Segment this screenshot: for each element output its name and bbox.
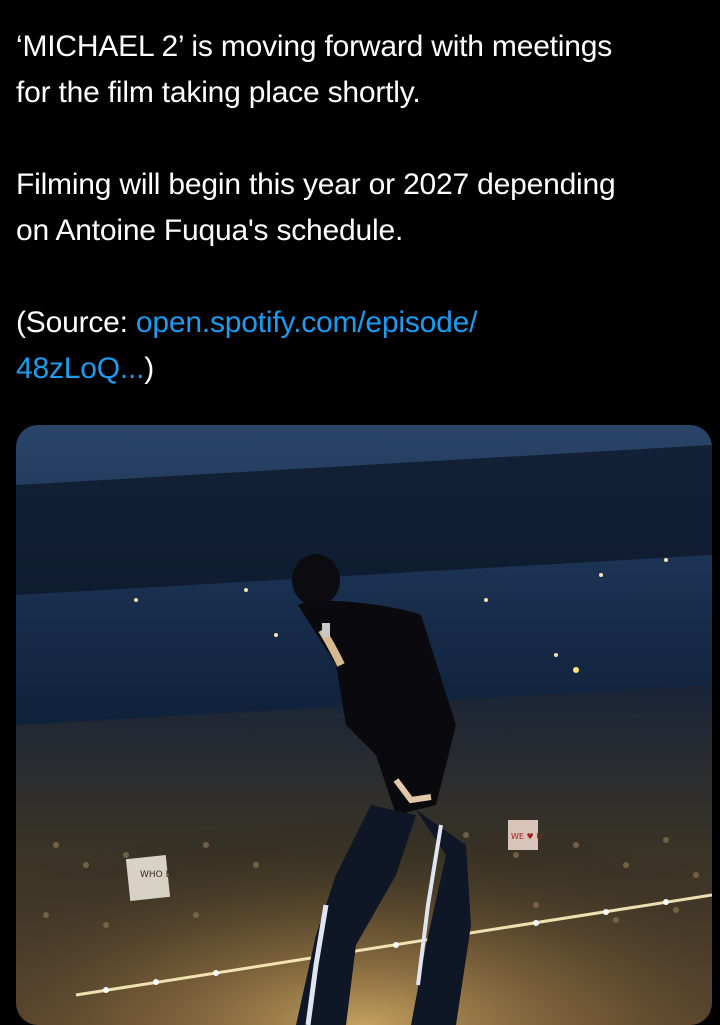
crowd-sign-right: WE ♥ U [508,820,542,850]
tweet-text: ‘MICHAEL 2’ is moving forward with meeti… [16,24,712,438]
tweet-line: Filming will begin this year or 2027 dep… [16,168,616,201]
svg-text:WHO BE: WHO BE [140,870,178,880]
tweet-paragraph-2: Filming will begin this year or 2027 dep… [16,162,712,254]
tweet-paragraph-1: ‘MICHAEL 2’ is moving forward with meeti… [16,24,712,116]
tweet-line: ‘MICHAEL 2’ is moving forward with meeti… [16,30,613,63]
tweet-media-image[interactable]: WHO BE WE ♥ U [16,425,712,1025]
source-suffix: ) [144,352,155,385]
tweet-paragraph-source: (Source: open.spotify.com/episode/48zLoQ… [16,300,712,392]
source-prefix: (Source: [16,306,136,339]
tweet-line: for the film taking place shortly. [16,76,421,109]
tweet-line: on Antoine Fuqua's schedule. [16,214,404,247]
source-link-line-2[interactable]: 48zLoQ... [16,352,144,385]
svg-text:WE ♥ U: WE ♥ U [511,832,542,841]
source-link-line-1[interactable]: open.spotify.com/episode/ [136,306,478,339]
concert-photo: WHO BE WE ♥ U [16,425,712,1025]
